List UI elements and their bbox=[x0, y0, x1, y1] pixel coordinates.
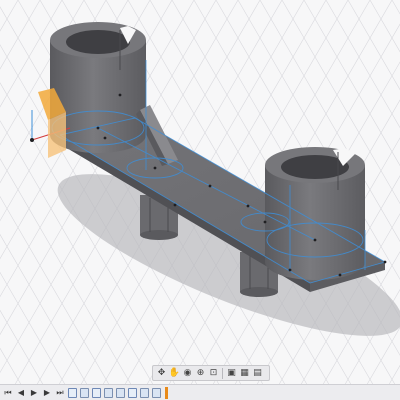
canvas-viewport[interactable] bbox=[0, 0, 400, 400]
timeline-feature[interactable] bbox=[68, 387, 77, 398]
right-cup-holder bbox=[265, 147, 365, 280]
timeline-feature[interactable] bbox=[140, 387, 149, 398]
navigation-toolbar: ✥ ✋ ◉ ⊕ ⊡ ▣ ▦ ▤ bbox=[152, 365, 270, 381]
first-step-icon[interactable]: ⏮ bbox=[3, 388, 13, 398]
timeline-feature[interactable] bbox=[116, 387, 125, 398]
grid-line bbox=[0, 347, 31, 400]
zoom-icon[interactable]: ⊕ bbox=[195, 368, 206, 379]
pan-icon[interactable]: ✋ bbox=[169, 368, 180, 379]
model-scene[interactable] bbox=[0, 0, 400, 400]
grid-line bbox=[0, 385, 9, 400]
toolbar-divider bbox=[222, 367, 223, 379]
grid-line bbox=[391, 0, 400, 15]
timeline-marker[interactable] bbox=[165, 386, 168, 399]
orbit-icon[interactable]: ✥ bbox=[156, 368, 167, 379]
timeline-feature[interactable] bbox=[128, 387, 137, 398]
play-icon[interactable]: ▶ bbox=[29, 388, 39, 398]
design-timeline: ⏮ ◀ ▶ ▶ ⏭ bbox=[0, 384, 400, 400]
look-at-icon[interactable]: ◉ bbox=[182, 368, 193, 379]
timeline-feature[interactable] bbox=[104, 387, 113, 398]
timeline-feature[interactable] bbox=[152, 387, 161, 398]
timeline-feature[interactable] bbox=[92, 387, 101, 398]
fit-icon[interactable]: ⊡ bbox=[208, 368, 219, 379]
previous-step-icon[interactable]: ◀ bbox=[16, 388, 26, 398]
grid-icon[interactable]: ▦ bbox=[239, 368, 250, 379]
display-settings-icon[interactable]: ▣ bbox=[226, 368, 237, 379]
next-step-icon[interactable]: ▶ bbox=[42, 388, 52, 398]
timeline-feature[interactable] bbox=[80, 387, 89, 398]
last-step-icon[interactable]: ⏭ bbox=[55, 388, 65, 398]
grid-line bbox=[0, 309, 53, 400]
grid-line bbox=[369, 0, 400, 53]
viewports-icon[interactable]: ▤ bbox=[252, 368, 263, 379]
